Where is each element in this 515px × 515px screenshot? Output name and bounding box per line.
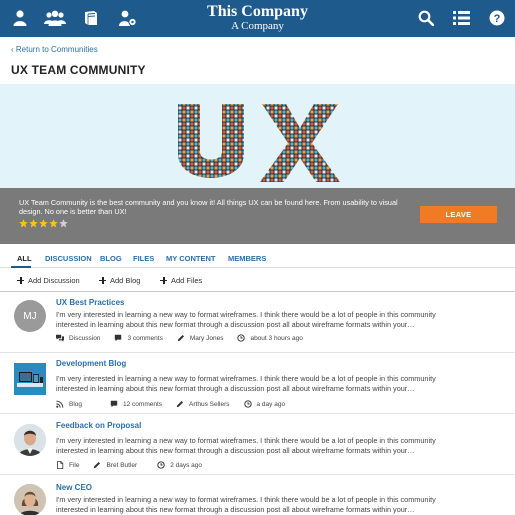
clock-icon: [237, 334, 246, 342]
feed-item-meta: Discussion 3 comments Mary Jones about 3…: [56, 333, 317, 343]
rss-icon: [56, 400, 64, 408]
meta-comments-label: 12 comments: [123, 400, 163, 408]
leave-button[interactable]: LEAVE: [420, 206, 497, 223]
meta-author[interactable]: Bret Butler: [93, 461, 137, 469]
tab-discussion[interactable]: DISCUSSION: [45, 254, 92, 263]
meta-author-label: Arthus Sellers: [189, 400, 230, 408]
tab-all[interactable]: ALL: [17, 254, 32, 263]
star-icon: [49, 219, 58, 228]
meta-comments[interactable]: 12 comments: [110, 400, 162, 408]
avatar: [14, 424, 46, 456]
star-empty-icon: [59, 219, 68, 228]
community-rating: [19, 219, 68, 229]
clock-icon: [243, 400, 252, 408]
plus-icon: [17, 277, 24, 284]
tab-members[interactable]: MEMBERS: [228, 254, 266, 263]
company-name: This Company: [207, 3, 308, 20]
feed-item-title[interactable]: Feedback on Proposal: [56, 421, 141, 430]
add-discussion-button[interactable]: Add Discussion: [17, 276, 80, 285]
tab-blog[interactable]: BLOG: [100, 254, 122, 263]
add-blog-button[interactable]: Add Blog: [99, 276, 140, 285]
meta-type: File: [56, 461, 79, 469]
meta-time: a day ago: [243, 400, 286, 408]
return-link[interactable]: ‹ Return to Communities: [11, 45, 98, 54]
plus-icon: [99, 277, 106, 284]
svg-text:?: ?: [494, 13, 501, 25]
add-blog-label: Add Blog: [110, 276, 141, 285]
brand: This Company A Company: [0, 3, 515, 32]
feed-item-body: I'm very interested in learning a new wa…: [56, 436, 436, 455]
feed-item[interactable]: Feedback on Proposal I'm very interested…: [0, 414, 515, 475]
pencil-icon: [176, 400, 184, 408]
tab-my-content[interactable]: MY CONTENT: [166, 254, 215, 263]
meta-time-label: about 3 hours ago: [250, 334, 303, 342]
plus-icon: [160, 277, 167, 284]
meta-author[interactable]: Mary Jones: [177, 334, 224, 342]
meta-time: about 3 hours ago: [237, 334, 303, 342]
add-files-label: Add Files: [171, 276, 203, 285]
meta-type-label: Blog: [69, 400, 83, 408]
blog-thumbnail: [14, 363, 46, 395]
search-icon[interactable]: [416, 8, 436, 28]
pencil-icon: [177, 334, 184, 342]
user-photo: [14, 484, 46, 515]
meta-type: Discussion: [56, 334, 100, 342]
feed-item-meta: File Bret Butler 2 days ago: [56, 460, 216, 470]
meta-time-label: 2 days ago: [170, 461, 203, 469]
meta-comments-label: 3 comments: [127, 334, 163, 342]
add-files-button[interactable]: Add Files: [160, 276, 202, 285]
list-icon[interactable]: [451, 8, 471, 28]
top-header: This Company A Company ?: [0, 0, 515, 37]
feed-item[interactable]: Development Blog I'm very interested in …: [0, 353, 515, 414]
content-tabs: ALL DISCUSSION BLOG FILES MY CONTENT MEM…: [0, 248, 515, 268]
meta-time-label: a day ago: [256, 400, 286, 408]
star-icon: [39, 219, 48, 228]
active-tab-indicator: [11, 266, 31, 268]
ux-logo-graphic: [178, 104, 340, 182]
action-bar: Add Discussion Add Blog Add Files: [0, 270, 515, 292]
meta-time: 2 days ago: [157, 461, 202, 469]
meta-type-label: Discussion: [69, 334, 101, 342]
meta-author[interactable]: Arthus Sellers: [176, 400, 230, 408]
feed-item[interactable]: New CEO I'm very interested in learning …: [0, 475, 515, 515]
devices-image: [14, 363, 46, 395]
meta-author-label: Mary Jones: [189, 334, 224, 342]
discussion-icon: [56, 334, 64, 342]
comment-icon: [115, 334, 122, 342]
meta-comments[interactable]: 3 comments: [114, 334, 163, 342]
tab-files[interactable]: FILES: [133, 254, 154, 263]
avatar: [14, 484, 46, 515]
feed-item-body: I'm very interested in learning a new wa…: [56, 310, 436, 329]
add-discussion-label: Add Discussion: [28, 276, 80, 285]
meta-author-label: Bret Butler: [106, 461, 138, 469]
feed-item-meta: Blog 12 comments Arthus Sellers a day ag…: [56, 399, 299, 409]
file-icon: [57, 461, 64, 469]
help-icon[interactable]: ?: [487, 8, 507, 28]
return-link-label: Return to Communities: [15, 45, 98, 54]
community-banner: [0, 84, 515, 188]
comment-icon: [110, 400, 118, 408]
pencil-icon: [94, 461, 101, 469]
feed-item-title[interactable]: Development Blog: [56, 359, 126, 368]
feed-item[interactable]: MJ UX Best Practices I'm very interested…: [0, 292, 515, 353]
community-description: UX Team Community is the best community …: [19, 198, 398, 216]
page-title: UX TEAM COMMUNITY: [11, 63, 146, 77]
meta-type-label: File: [69, 461, 80, 469]
company-subtitle: A Company: [231, 20, 284, 32]
user-photo: [14, 424, 46, 456]
avatar: MJ: [14, 300, 46, 332]
meta-type: Blog: [56, 400, 82, 408]
star-icon: [29, 219, 38, 228]
star-icon: [19, 219, 28, 228]
feed-item-body: I'm very interested in learning a new wa…: [56, 374, 436, 393]
feed-item-body: I'm very interested in learning a new wa…: [56, 495, 436, 514]
feed-item-title[interactable]: New CEO: [56, 483, 92, 492]
clock-icon: [157, 461, 165, 469]
feed-item-title[interactable]: UX Best Practices: [56, 298, 124, 307]
